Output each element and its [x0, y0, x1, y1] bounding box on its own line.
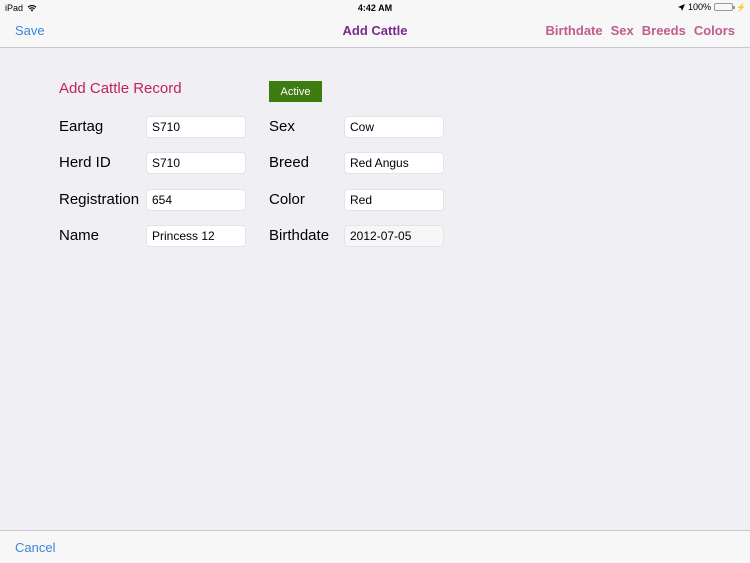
name-field[interactable]: Princess 12 [146, 225, 246, 247]
location-arrow-icon [678, 3, 685, 11]
bottom-toolbar: Cancel [0, 530, 750, 563]
sex-field[interactable]: Cow [344, 116, 444, 138]
battery-percent: 100% [688, 2, 712, 12]
breed-field[interactable]: Red Angus [344, 152, 444, 174]
charging-bolt-icon: ⚡ [736, 2, 746, 12]
eartag-label: Eartag [59, 118, 104, 135]
name-label: Name [59, 227, 100, 244]
colors-button[interactable]: Colors [694, 23, 735, 38]
cancel-button[interactable]: Cancel [15, 540, 55, 555]
birthdate-field[interactable]: 2012-07-05 [344, 225, 444, 247]
active-toggle-button[interactable]: Active [269, 81, 322, 102]
nav-right-buttons: Birthdate Sex Breeds Colors [546, 23, 735, 38]
battery-icon [714, 3, 736, 11]
herd-id-label: Herd ID [59, 154, 111, 171]
status-bar: iPad 4:42 AM 100% ⚡ [0, 0, 750, 16]
sex-button[interactable]: Sex [611, 23, 634, 38]
color-field[interactable]: Red [344, 189, 444, 211]
sex-label: Sex [269, 118, 295, 135]
save-button[interactable]: Save [15, 23, 45, 38]
breed-label: Breed [269, 154, 310, 171]
status-time: 4:42 AM [357, 3, 393, 13]
page-title: Add Cattle [342, 23, 408, 38]
birthdate-label: Birthdate [269, 227, 330, 244]
breeds-button[interactable]: Breeds [642, 23, 686, 38]
registration-label: Registration [59, 191, 140, 208]
registration-field[interactable]: 654 [146, 189, 246, 211]
birthdate-button[interactable]: Birthdate [546, 23, 603, 38]
form-title: Add Cattle Record [59, 80, 182, 97]
top-bar: iPad 4:42 AM 100% ⚡ Save Add Cattle Birt… [0, 0, 750, 48]
color-label: Color [269, 191, 305, 208]
eartag-field[interactable]: S710 [146, 116, 246, 138]
herd-id-field[interactable]: S710 [146, 152, 246, 174]
